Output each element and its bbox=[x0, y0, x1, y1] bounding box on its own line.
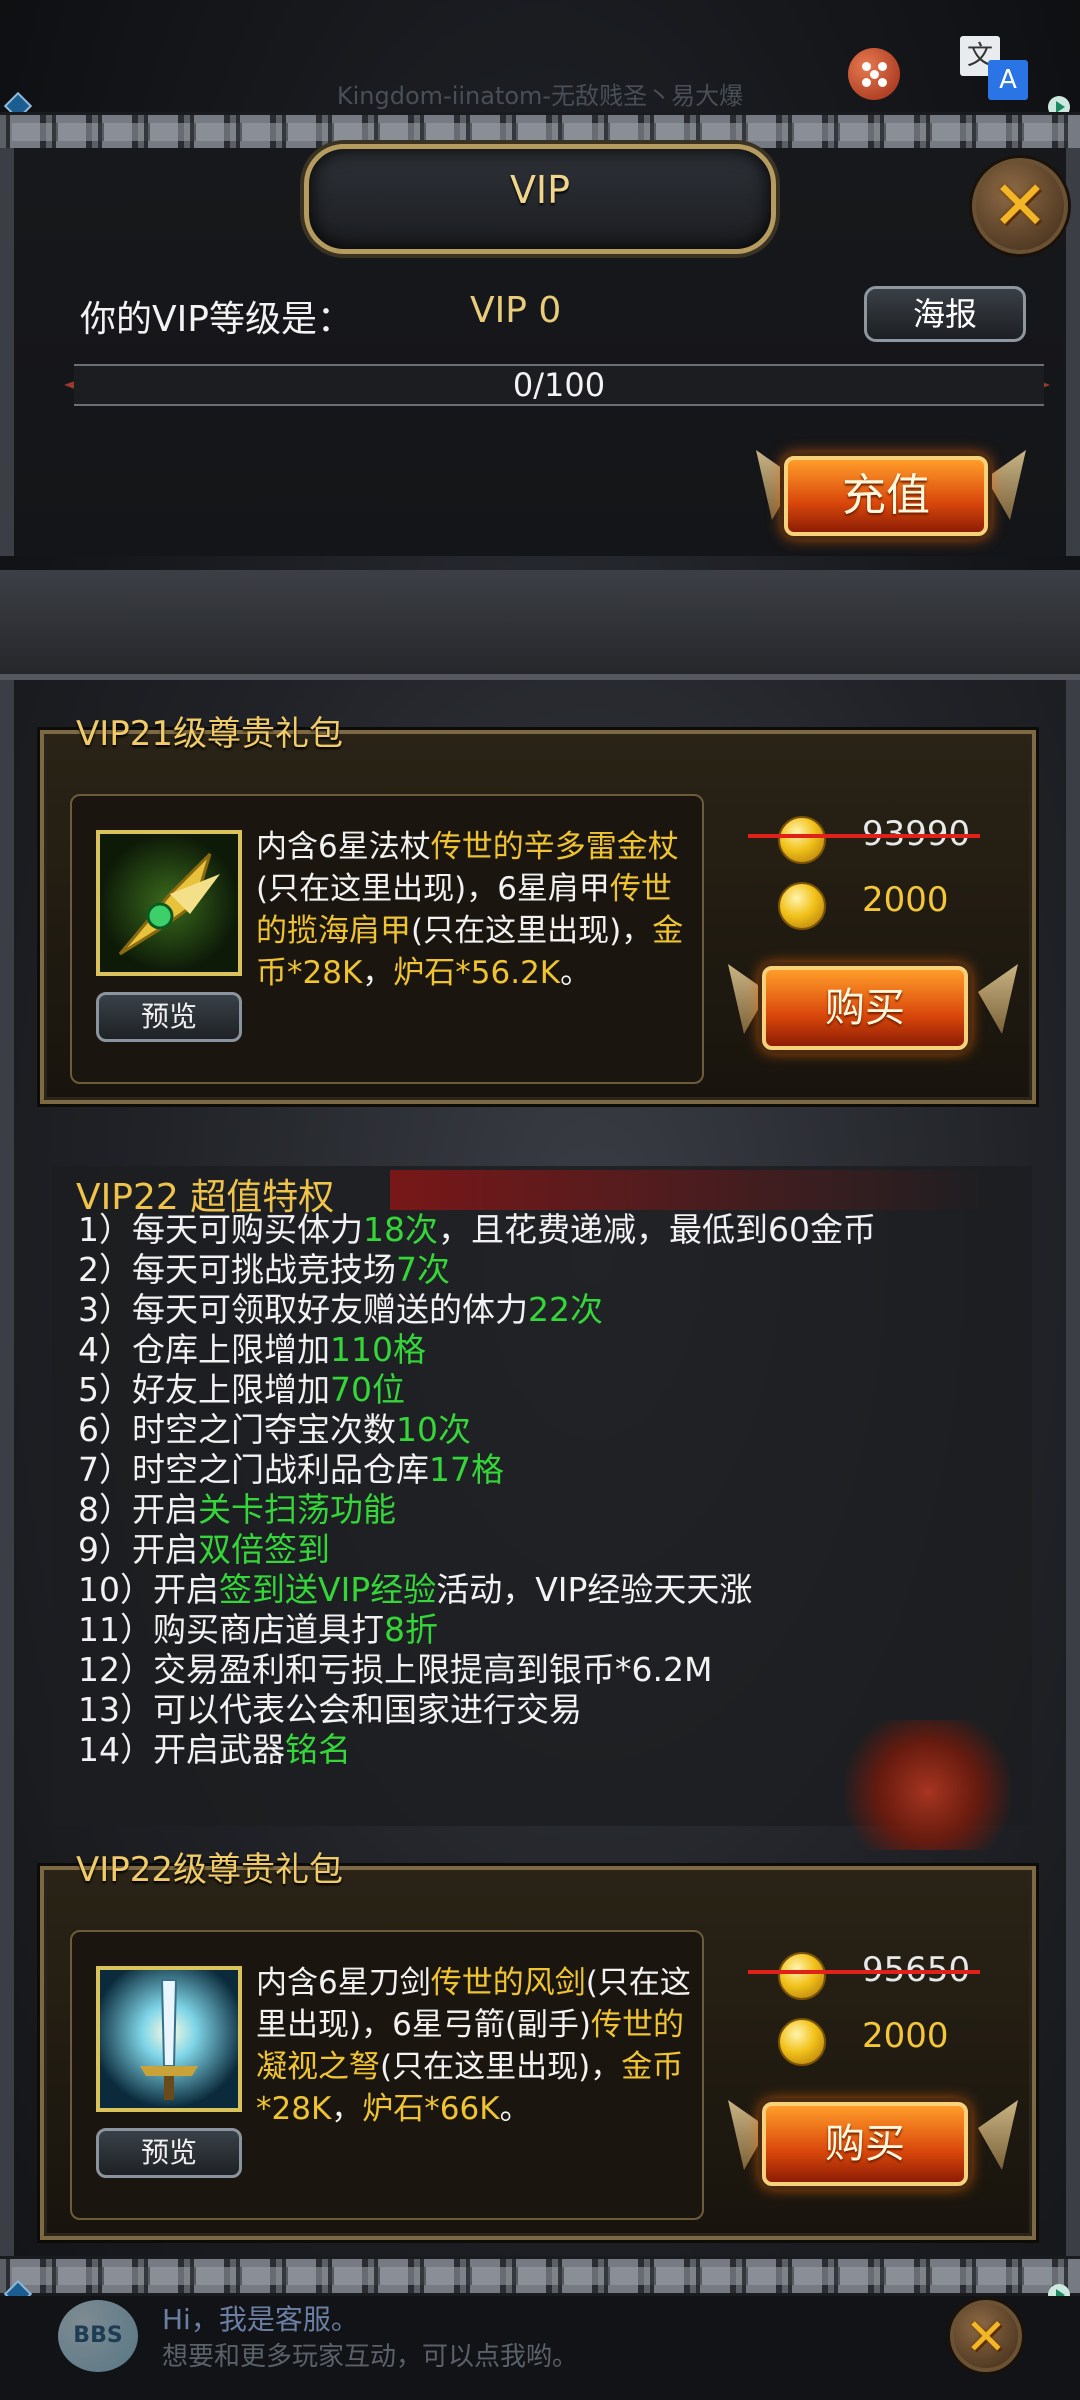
description-segment: 炉石*56.2K bbox=[393, 955, 561, 991]
close-button[interactable]: ✕ bbox=[972, 158, 1068, 254]
description-segment: ， bbox=[331, 2091, 363, 2127]
gift-description: 内含6星法杖传世的辛多雷金杖(只在这里出现)，6星肩甲传世的揽海肩甲(只在这里出… bbox=[256, 826, 696, 994]
privilege-item: 12）交易盈利和亏损上限提高到银币*6.2M bbox=[78, 1650, 1038, 1690]
privilege-item: 10）开启签到送VIP经验活动，VIP经验天天涨 bbox=[78, 1570, 1038, 1610]
description-segment: (只在这里出现)， bbox=[380, 2049, 622, 2085]
privilege-text: 5）好友上限增加 bbox=[78, 1370, 330, 1409]
privilege-text: 8折 bbox=[384, 1610, 438, 1649]
preview-button[interactable]: 预览 bbox=[96, 2128, 242, 2178]
description-segment: ， bbox=[362, 955, 394, 991]
watermark-text: Kingdom-iinatom-无敌贱圣丶易大爆 bbox=[336, 82, 744, 110]
gift-title: VIP21级尊贵礼包 bbox=[76, 714, 344, 754]
gold-coin-icon bbox=[778, 2018, 826, 2066]
gift-package-vip21: 预览 内含6星法杖传世的辛多雷金杖(只在这里出现)，6星肩甲传世的揽海肩甲(只在… bbox=[40, 730, 1036, 1104]
privilege-item: 1）每天可购买体力18次，且花费递减，最低到60金币 bbox=[78, 1210, 1038, 1250]
privilege-text: 铭名 bbox=[285, 1730, 351, 1769]
translate-icon[interactable]: 文A bbox=[960, 36, 1032, 102]
description-segment: 。 bbox=[499, 2091, 531, 2127]
close-icon: ✕ bbox=[991, 167, 1049, 246]
privilege-text: 7次 bbox=[396, 1250, 450, 1289]
description-segment: (只在这里出现)，6星肩甲 bbox=[256, 871, 610, 907]
sale-price: 2000 bbox=[862, 880, 949, 920]
privilege-text: 6）时空之门夺宝次数 bbox=[78, 1410, 396, 1449]
privilege-text: 双倍签到 bbox=[198, 1530, 330, 1569]
bottom-chain-border bbox=[0, 2256, 1080, 2296]
privilege-text: 70位 bbox=[330, 1370, 405, 1409]
preview-button[interactable]: 预览 bbox=[96, 992, 242, 1042]
gift-info-box: 预览 内含6星刀剑传世的风剑(只在这里出现)，6星弓箭(副手)传世的凝视之弩(只… bbox=[70, 1930, 704, 2220]
gift-title: VIP22级尊贵礼包 bbox=[76, 1850, 344, 1890]
bbs-icon[interactable]: BBS bbox=[58, 2300, 138, 2372]
buy-wing-right bbox=[978, 2100, 1018, 2170]
dice-icon[interactable] bbox=[848, 48, 900, 100]
bottom-close-button[interactable]: ✕ bbox=[950, 2300, 1022, 2372]
sale-price: 2000 bbox=[862, 2016, 949, 2056]
vip-progress-bar: 0/100 bbox=[74, 364, 1044, 406]
description-segment: 传世的风剑 bbox=[430, 1965, 586, 2001]
privilege-text: 1）每天可购买体力 bbox=[78, 1210, 363, 1249]
panel-top-frame bbox=[0, 570, 1080, 680]
privilege-text: 10次 bbox=[396, 1410, 471, 1449]
privilege-text: 活动，VIP经验天天涨 bbox=[436, 1570, 753, 1609]
price-strikethrough bbox=[748, 834, 980, 838]
buy-button[interactable]: 购买 bbox=[762, 966, 968, 1050]
privilege-item: 2）每天可挑战竞技场7次 bbox=[78, 1250, 1038, 1290]
privileges-list: 1）每天可购买体力18次，且花费递减，最低到60金币 2）每天可挑战竞技场7次 3）… bbox=[78, 1210, 1038, 1770]
vip-level-label: 你的VIP等级是： bbox=[80, 299, 353, 340]
privilege-item: 3）每天可领取好友赠送的体力22次 bbox=[78, 1290, 1038, 1330]
progress-text: 0/100 bbox=[512, 366, 606, 404]
privilege-text: 9）开启 bbox=[78, 1530, 198, 1569]
privilege-item: 8）开启关卡扫荡功能 bbox=[78, 1490, 1038, 1530]
privilege-text: 7）时空之门战利品仓库 bbox=[78, 1450, 429, 1489]
recharge-button[interactable]: 充值 bbox=[784, 456, 988, 536]
privilege-text: 2）每天可挑战竞技场 bbox=[78, 1250, 396, 1289]
description-segment: (只在这里出现)， bbox=[411, 913, 653, 949]
description-segment: 。 bbox=[560, 955, 592, 991]
privileges-title-banner bbox=[390, 1170, 990, 1210]
staff-item-icon[interactable] bbox=[96, 830, 242, 976]
description-segment: 炉石*66K bbox=[362, 2091, 500, 2127]
privilege-text: 22次 bbox=[528, 1290, 603, 1329]
privilege-text: 10）开启 bbox=[78, 1570, 219, 1609]
gift-description: 内含6星刀剑传世的风剑(只在这里出现)，6星弓箭(副手)传世的凝视之弩(只在这里… bbox=[256, 1962, 696, 2130]
privilege-item: 11）购买商店道具打8折 bbox=[78, 1610, 1038, 1650]
customer-service-greeting[interactable]: Hi，我是客服。 bbox=[162, 2298, 359, 2338]
privilege-item: 5）好友上限增加70位 bbox=[78, 1370, 1038, 1410]
privilege-text: 8）开启 bbox=[78, 1490, 198, 1529]
description-segment: 内含6星刀剑 bbox=[256, 1965, 431, 2001]
close-icon: ✕ bbox=[965, 2308, 1007, 2366]
buy-button[interactable]: 购买 bbox=[762, 2102, 968, 2186]
privilege-item: 4）仓库上限增加110格 bbox=[78, 1330, 1038, 1370]
privilege-text: 14）开启武器 bbox=[78, 1730, 285, 1769]
privilege-item: 6）时空之门夺宝次数10次 bbox=[78, 1410, 1038, 1450]
privilege-text: 17格 bbox=[429, 1450, 504, 1489]
price-strikethrough bbox=[748, 1970, 980, 1974]
gift-package-vip22: 预览 内含6星刀剑传世的风剑(只在这里出现)，6星弓箭(副手)传世的凝视之弩(只… bbox=[40, 1866, 1036, 2240]
privilege-text: 12）交易盈利和亏损上限提高到银币*6.2M bbox=[78, 1650, 713, 1689]
description-segment: 传世的辛多雷金杖 bbox=[430, 829, 679, 865]
vip-title: VIP bbox=[509, 168, 571, 212]
privilege-item: 7）时空之门战利品仓库17格 bbox=[78, 1450, 1038, 1490]
poster-button[interactable]: 海报 bbox=[864, 286, 1026, 342]
gold-coin-icon bbox=[778, 1952, 826, 2000]
privilege-text: 13）可以代表公会和国家进行交易 bbox=[78, 1690, 582, 1729]
gift-info-box: 预览 内含6星法杖传世的辛多雷金杖(只在这里出现)，6星肩甲传世的揽海肩甲(只在… bbox=[70, 794, 704, 1084]
buy-wing-right bbox=[978, 964, 1018, 1034]
privilege-text: 110格 bbox=[330, 1330, 426, 1369]
decorative-emblem bbox=[828, 1720, 1028, 1850]
gold-coin-icon bbox=[778, 882, 826, 930]
privilege-text: 11）购买商店道具打 bbox=[78, 1610, 384, 1649]
privilege-text: 18次 bbox=[363, 1210, 438, 1249]
gold-coin-icon bbox=[778, 816, 826, 864]
privilege-text: 签到送VIP经验 bbox=[219, 1570, 437, 1609]
vip-level-value: VIP 0 bbox=[470, 290, 562, 331]
privilege-item: 9）开启双倍签到 bbox=[78, 1530, 1038, 1570]
privilege-text: ，且花费递减，最低到60金币 bbox=[438, 1210, 876, 1249]
privilege-text: 3）每天可领取好友赠送的体力 bbox=[78, 1290, 528, 1329]
privilege-text: 4）仓库上限增加 bbox=[78, 1330, 330, 1369]
description-segment: 内含6星法杖 bbox=[256, 829, 431, 865]
customer-service-message[interactable]: 想要和更多玩家互动，可以点我哟。 bbox=[162, 2336, 578, 2373]
sword-item-icon[interactable] bbox=[96, 1966, 242, 2112]
privilege-text: 关卡扫荡功能 bbox=[198, 1490, 396, 1529]
